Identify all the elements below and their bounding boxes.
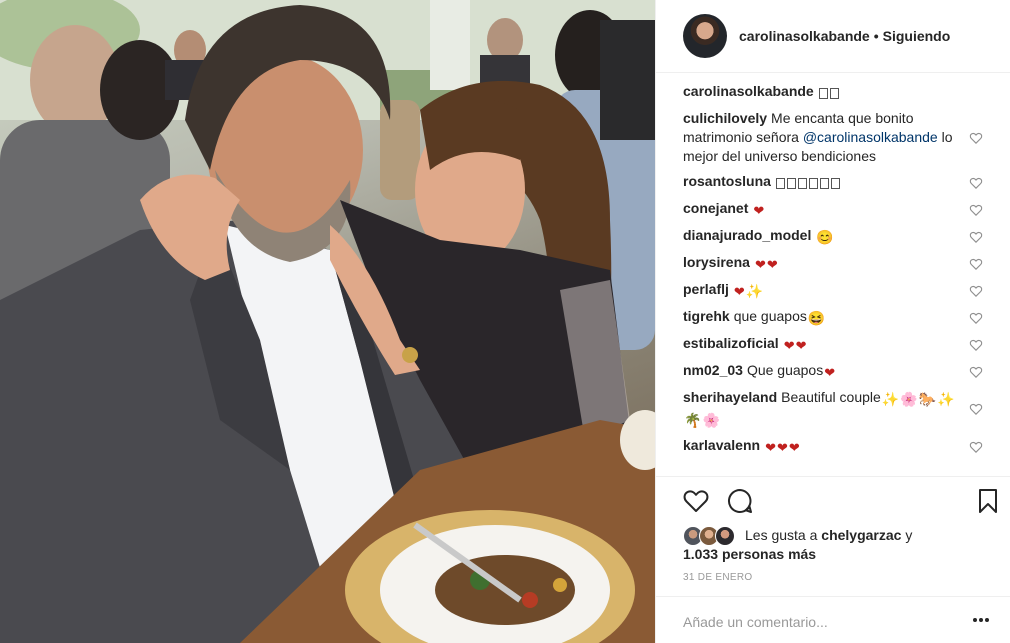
cherry-blossom-icon: 🌸	[702, 412, 720, 428]
comment-item: perlaflj ❤✨	[656, 280, 1010, 301]
comment-like-icon[interactable]	[969, 131, 983, 145]
comment-username[interactable]: karlavalenn	[683, 437, 760, 453]
likes-count-link[interactable]: 1.033 personas más	[683, 545, 816, 564]
comment-username[interactable]: dianajurado_model	[683, 227, 811, 243]
more-options-icon[interactable]	[971, 610, 991, 630]
comments-list: carolinasolkabande culichilovely Me encant…	[656, 82, 1010, 472]
blank-box-icon	[786, 174, 797, 193]
comment-item: rosantosluna	[656, 172, 1010, 193]
comment-item: estibalizoficial ❤❤	[656, 334, 1010, 355]
first-liker-username[interactable]: chelygarzac	[821, 527, 901, 543]
likes-count: 1.033	[683, 546, 719, 562]
comment-username[interactable]: estibalizoficial	[683, 335, 779, 351]
heart-kiss-icon: ❤	[788, 440, 800, 455]
red-heart-icon: ❤	[766, 257, 778, 272]
bookmark-icon[interactable]	[974, 487, 1002, 515]
comment-item: carolinasolkabande	[656, 82, 1010, 103]
comment-item: conejanet ❤	[656, 199, 1010, 220]
comment-like-icon[interactable]	[969, 230, 983, 244]
comment-like-icon[interactable]	[969, 176, 983, 190]
header-text: carolinasolkabande • Siguiendo	[739, 28, 950, 44]
grinning-face-icon: 😆	[807, 310, 826, 326]
comment-like-icon[interactable]	[969, 440, 983, 454]
blank-box-icon	[818, 84, 829, 103]
post-header: carolinasolkabande • Siguiendo	[656, 0, 1010, 73]
add-comment-input[interactable]	[683, 611, 953, 633]
blank-box-icon	[797, 174, 808, 193]
red-heart-icon: ❤	[754, 257, 766, 272]
comment-username[interactable]: culichilovely	[683, 110, 767, 126]
likes-summary: Les gusta a chelygarzac y 1.033 personas…	[683, 524, 1003, 564]
likes-suffix: personas más	[721, 546, 817, 562]
comment-like-icon[interactable]	[969, 311, 983, 325]
comment-mention[interactable]: @carolinasolkabande	[803, 129, 938, 145]
likes-prefix: Les gusta a	[745, 527, 818, 543]
comment-like-icon[interactable]	[969, 365, 983, 379]
comment-like-icon[interactable]	[969, 203, 983, 217]
red-heart-icon: ❤	[824, 365, 836, 380]
post-photo[interactable]	[0, 0, 655, 643]
blank-box-icon	[808, 174, 819, 193]
post-sidebar: carolinasolkabande • Siguiendo carolinasol…	[655, 0, 1010, 643]
comment-like-icon[interactable]	[969, 257, 983, 271]
comment-text: Que guapos	[746, 362, 824, 378]
comment-item: tigrehk que guapos😆	[656, 307, 1010, 328]
comment-bubble-icon[interactable]	[726, 487, 754, 515]
add-comment-bar	[656, 596, 1010, 643]
comment-item: nm02_03 Que guapos❤	[656, 361, 1010, 382]
blank-box-icon	[830, 174, 841, 193]
comment-text: Beautiful couple	[781, 389, 881, 405]
header-separator: •	[873, 28, 879, 44]
heart-outline-icon[interactable]	[682, 487, 710, 515]
photo-illustration	[0, 0, 655, 643]
sparkles-icon: ✨	[745, 283, 764, 299]
comment-username[interactable]: carolinasolkabande	[683, 83, 814, 99]
heart-kiss-icon: ❤	[765, 440, 776, 455]
comment-like-icon[interactable]	[969, 338, 983, 352]
blank-box-icon	[775, 174, 786, 193]
comment-username[interactable]: conejanet	[683, 200, 748, 216]
sparkles-icon: ✨	[937, 391, 955, 407]
comment-username[interactable]: rosantosluna	[683, 173, 771, 189]
horse-icon: 🐎	[918, 391, 937, 407]
comment-item: lorysirena ❤❤	[656, 253, 1010, 274]
author-avatar[interactable]	[683, 14, 727, 58]
comment-item: sherihayeland Beautiful couple✨🌸🐎✨🌴🌸	[656, 388, 1010, 430]
post-date[interactable]: 31 DE ENERO	[683, 572, 752, 583]
smiling-face-icon: 😊	[816, 229, 834, 245]
blank-box-icon	[819, 174, 830, 193]
author-username[interactable]: carolinasolkabande	[739, 28, 870, 44]
comment-username[interactable]: tigrehk	[683, 308, 730, 324]
red-heart-icon: ❤	[753, 203, 765, 218]
likes-line-1: Les gusta a chelygarzac y	[745, 526, 995, 545]
blank-box-icon	[829, 84, 840, 103]
red-heart-icon: ❤	[795, 338, 807, 353]
red-heart-icon: ❤	[783, 338, 795, 353]
palm-tree-icon: 🌴	[684, 412, 702, 428]
comment-item: dianajurado_model 😊	[656, 226, 1010, 247]
liker-avatars	[683, 526, 739, 546]
comment-item: culichilovely Me encanta que bonito matri…	[656, 109, 1010, 166]
comment-item: karlavalenn ❤❤❤	[656, 436, 1010, 457]
liker-avatar[interactable]	[715, 526, 735, 546]
heart-kiss-icon: ❤	[776, 440, 788, 455]
sparkles-icon: ✨	[881, 391, 900, 407]
red-heart-icon: ❤	[733, 284, 745, 299]
comment-like-icon[interactable]	[969, 402, 983, 416]
likes-conjunction: y	[905, 527, 913, 543]
comment-username[interactable]: lorysirena	[683, 254, 750, 270]
comment-username[interactable]: sherihayeland	[683, 389, 777, 405]
comment-like-icon[interactable]	[969, 284, 983, 298]
follow-status-button[interactable]: Siguiendo	[883, 28, 951, 44]
cherry-blossom-icon: 🌸	[900, 391, 918, 407]
comment-username[interactable]: perlaflj	[683, 281, 729, 297]
comment-text: que guapos	[733, 308, 807, 324]
comment-username[interactable]: nm02_03	[683, 362, 743, 378]
action-bar	[656, 476, 1010, 526]
